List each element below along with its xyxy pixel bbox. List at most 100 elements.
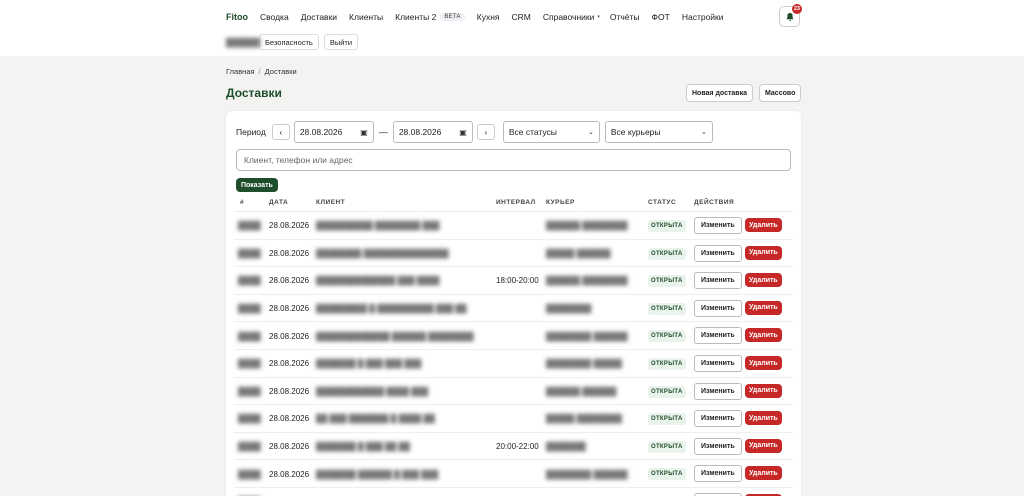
edit-button[interactable]: Изменить (694, 272, 742, 290)
nav-link-summary[interactable]: Сводка (260, 12, 289, 22)
row-courier: ████████ ██████ (546, 331, 628, 341)
main-nav: Fitoo Сводка Доставки Клиенты Клиенты 2B… (226, 11, 736, 23)
row-id: ████ (238, 221, 261, 231)
row-courier: ████████ █████ (546, 359, 622, 369)
top-navigation-bar: Fitoo Сводка Доставки Клиенты Клиенты 2B… (0, 0, 1024, 56)
row-client[interactable] (316, 488, 456, 496)
courier-select-value: Все курьеры (610, 127, 661, 137)
user-name: ██████ (226, 37, 261, 47)
new-delivery-button[interactable]: Новая доставка (686, 84, 754, 102)
edit-button[interactable]: Изменить (694, 299, 742, 317)
nav-link-kitchen[interactable]: Кухня (477, 12, 500, 22)
breadcrumb: Главная / Доставки (226, 67, 297, 76)
column-header-client[interactable]: КЛИЕНТ (316, 199, 345, 206)
nav-link-deliveries[interactable]: Доставки (301, 12, 337, 22)
row-date: 28.08.2026 (269, 304, 310, 314)
delete-button[interactable]: Удалить (745, 328, 782, 343)
row-date: 28.08.2026 (269, 248, 310, 258)
row-client[interactable]: ██ ███ ███████ █ ████ ██ (316, 405, 456, 433)
status-badge: ОТКРЫТА (648, 220, 686, 232)
nav-link-payroll[interactable]: ФОТ (652, 12, 670, 22)
table-row: ████28.08.2026ОТКРЫТАИзменитьУдалить (234, 487, 793, 496)
delete-button[interactable]: Удалить (745, 218, 782, 232)
row-courier: ████████ (546, 304, 592, 314)
edit-button[interactable]: Изменить (694, 437, 742, 455)
delete-button[interactable]: Удалить (745, 411, 782, 426)
edit-button[interactable]: Изменить (694, 244, 742, 262)
chevron-down-icon: ▾ (597, 14, 600, 20)
row-client[interactable]: ███████ █ ███ ███ ███ (316, 350, 456, 378)
row-id: ████ (238, 386, 261, 396)
row-client[interactable]: █████████████ ██████ ████████ (316, 322, 473, 350)
row-courier: ████████ ██████ (546, 469, 628, 479)
deliveries-card: Период ‹ 28.08.2026 ▣ — 28.08.2026 ▣ › Все… (226, 111, 801, 496)
security-button[interactable]: Безопасность (259, 34, 319, 50)
nav-link-clients-2[interactable]: Клиенты 2 BETA (395, 12, 465, 22)
courier-select[interactable]: Все курьеры ⌄ (604, 121, 713, 143)
row-id: ████ (238, 248, 261, 258)
edit-button[interactable]: Изменить (694, 327, 742, 345)
status-badge: ОТКРЫТА (648, 440, 686, 453)
row-courier: ██████ ████████ (546, 276, 628, 286)
edit-button[interactable]: Изменить (694, 410, 742, 428)
delete-button[interactable]: Удалить (745, 273, 782, 288)
row-date: 28.08.2026 (269, 359, 310, 369)
column-header-interval[interactable]: ИНТЕРВАЛ (496, 199, 536, 206)
row-client[interactable]: ██████████████ ███ ████ (316, 267, 456, 295)
table-row: ████ 28.08.2026 ███████ █ ███ ██ ██ 20:00-2… (234, 431, 793, 461)
status-badge: ОТКРЫТА (648, 330, 686, 343)
column-header-date[interactable]: ДАТА (269, 199, 288, 206)
row-courier (546, 488, 616, 496)
logout-button[interactable]: Выйти (323, 34, 359, 50)
column-header-id: # (240, 199, 245, 206)
row-client[interactable]: ███████ █ ███ ██ ██ (316, 433, 456, 461)
nav-link-references[interactable]: Справочники ▾ (543, 12, 604, 22)
row-id: ████ (238, 414, 261, 424)
bulk-button[interactable]: Массово (759, 84, 802, 102)
chevron-left-icon: ‹ (279, 127, 283, 137)
edit-button[interactable]: Изменить (694, 382, 742, 400)
delete-button[interactable]: Удалить (745, 356, 782, 370)
brand-logo[interactable]: Fitoo (226, 12, 248, 22)
column-header-courier[interactable]: КУРЬЕР (546, 199, 575, 206)
nav-link-clients[interactable]: Клиенты (349, 12, 383, 22)
row-client[interactable]: ██████████ ████████ ███ (316, 212, 456, 240)
row-client[interactable]: ███████ ██████ █ ███ ███ (316, 460, 456, 488)
row-courier: ███████ (546, 442, 586, 452)
nav-link-reports[interactable]: Отчёты (610, 12, 640, 22)
table-row: ████ 28.08.2026 ████████████ ████ ███ █████… (234, 376, 793, 406)
row-client[interactable]: █████████ █ ██████████ ███ ██ (316, 295, 467, 323)
row-client[interactable]: ████████ ███████████████ (316, 240, 456, 268)
table-row: ████ 28.08.2026 ██████████████ ███ ████ 18:… (234, 266, 793, 294)
breadcrumb-home[interactable]: Главная (226, 67, 255, 76)
calendar-icon: ▣ (360, 127, 368, 137)
next-period-button[interactable]: › (476, 124, 495, 140)
show-button[interactable]: Показать (236, 178, 278, 192)
status-select[interactable]: Все статусы ⌄ (502, 121, 600, 143)
row-courier: ██████ ██████ (546, 386, 617, 396)
date-to-input[interactable]: 28.08.2026 ▣ (392, 121, 473, 143)
filters-row: Период ‹ 28.08.2026 ▣ — 28.08.2026 ▣ › Все… (236, 121, 713, 143)
column-header-status[interactable]: СТАТУС (648, 199, 676, 206)
search-input[interactable]: Клиент, телефон или адрес (236, 149, 791, 171)
edit-button[interactable]: Изменить (694, 355, 742, 372)
nav-link-settings[interactable]: Настройки (682, 12, 724, 22)
notifications-button[interactable]: 23 (779, 4, 802, 27)
row-id: ████ (238, 488, 260, 496)
row-client[interactable]: ████████████ ████ ███ (316, 378, 456, 406)
delete-button[interactable]: Удалить (745, 245, 782, 260)
row-interval: 18:00-20:00 (496, 276, 539, 286)
delete-button[interactable]: Удалить (745, 438, 782, 453)
delete-button[interactable]: Удалить (745, 466, 782, 481)
date-from-input[interactable]: 28.08.2026 ▣ (293, 121, 374, 143)
edit-button[interactable]: Изменить (694, 465, 742, 483)
delete-button[interactable]: Удалить (745, 383, 782, 398)
nav-link-crm[interactable]: CRM (512, 12, 531, 22)
edit-button[interactable]: Изменить (694, 217, 742, 234)
prev-period-button[interactable]: ‹ (271, 124, 290, 140)
delete-button[interactable]: Удалить (745, 300, 782, 315)
status-badge: ОТКРЫТА (648, 247, 686, 260)
chevron-down-icon: ⌄ (587, 129, 594, 136)
notifications-count-badge: 23 (791, 4, 802, 14)
calendar-icon: ▣ (459, 127, 467, 137)
